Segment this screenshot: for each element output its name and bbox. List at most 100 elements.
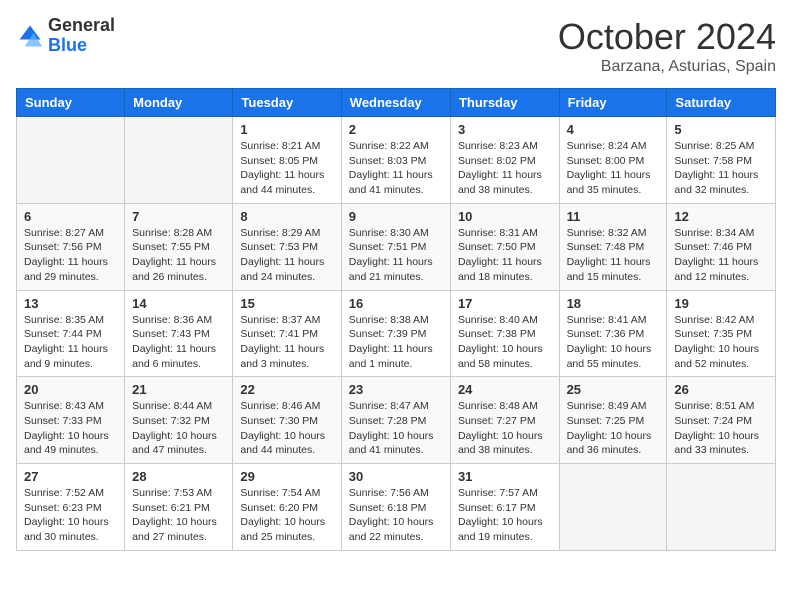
cell-content: Sunrise: 8:38 AMSunset: 7:39 PMDaylight:… xyxy=(349,313,443,372)
sunrise-text: Sunrise: 8:27 AM xyxy=(24,226,117,241)
daylight-text: Daylight: 10 hours and 49 minutes. xyxy=(24,429,117,458)
calendar-week-5: 27Sunrise: 7:52 AMSunset: 6:23 PMDayligh… xyxy=(17,464,776,551)
daylight-text: Daylight: 11 hours and 18 minutes. xyxy=(458,255,552,284)
cell-content: Sunrise: 8:44 AMSunset: 7:32 PMDaylight:… xyxy=(132,399,225,458)
cell-content: Sunrise: 8:43 AMSunset: 7:33 PMDaylight:… xyxy=(24,399,117,458)
title-area: October 2024 Barzana, Asturias, Spain xyxy=(558,16,776,76)
daylight-text: Daylight: 10 hours and 36 minutes. xyxy=(567,429,660,458)
header: General Blue October 2024 Barzana, Astur… xyxy=(16,16,776,76)
calendar: Sunday Monday Tuesday Wednesday Thursday… xyxy=(16,88,776,551)
cell-content: Sunrise: 8:22 AMSunset: 8:03 PMDaylight:… xyxy=(349,139,443,198)
sunrise-text: Sunrise: 8:37 AM xyxy=(240,313,333,328)
cell-content: Sunrise: 8:24 AMSunset: 8:00 PMDaylight:… xyxy=(567,139,660,198)
calendar-cell: 24Sunrise: 8:48 AMSunset: 7:27 PMDayligh… xyxy=(450,377,559,464)
daylight-text: Daylight: 10 hours and 58 minutes. xyxy=(458,342,552,371)
daylight-text: Daylight: 10 hours and 52 minutes. xyxy=(674,342,768,371)
sunrise-text: Sunrise: 8:51 AM xyxy=(674,399,768,414)
calendar-cell: 27Sunrise: 7:52 AMSunset: 6:23 PMDayligh… xyxy=(17,464,125,551)
day-number: 9 xyxy=(349,209,443,224)
header-wednesday: Wednesday xyxy=(341,89,450,117)
cell-content: Sunrise: 7:57 AMSunset: 6:17 PMDaylight:… xyxy=(458,486,552,545)
cell-content: Sunrise: 8:47 AMSunset: 7:28 PMDaylight:… xyxy=(349,399,443,458)
cell-content: Sunrise: 8:51 AMSunset: 7:24 PMDaylight:… xyxy=(674,399,768,458)
daylight-text: Daylight: 11 hours and 12 minutes. xyxy=(674,255,768,284)
sunset-text: Sunset: 8:05 PM xyxy=(240,154,333,169)
daylight-text: Daylight: 10 hours and 25 minutes. xyxy=(240,515,333,544)
sunset-text: Sunset: 7:46 PM xyxy=(674,240,768,255)
sunset-text: Sunset: 7:43 PM xyxy=(132,327,225,342)
day-number: 10 xyxy=(458,209,552,224)
sunset-text: Sunset: 7:53 PM xyxy=(240,240,333,255)
daylight-text: Daylight: 11 hours and 44 minutes. xyxy=(240,168,333,197)
month-title: October 2024 xyxy=(558,16,776,58)
daylight-text: Daylight: 11 hours and 15 minutes. xyxy=(567,255,660,284)
sunset-text: Sunset: 7:24 PM xyxy=(674,414,768,429)
cell-content: Sunrise: 8:23 AMSunset: 8:02 PMDaylight:… xyxy=(458,139,552,198)
daylight-text: Daylight: 11 hours and 21 minutes. xyxy=(349,255,443,284)
calendar-cell: 18Sunrise: 8:41 AMSunset: 7:36 PMDayligh… xyxy=(559,290,667,377)
header-sunday: Sunday xyxy=(17,89,125,117)
cell-content: Sunrise: 8:46 AMSunset: 7:30 PMDaylight:… xyxy=(240,399,333,458)
sunrise-text: Sunrise: 8:48 AM xyxy=(458,399,552,414)
sunrise-text: Sunrise: 8:46 AM xyxy=(240,399,333,414)
sunset-text: Sunset: 7:44 PM xyxy=(24,327,117,342)
cell-content: Sunrise: 8:40 AMSunset: 7:38 PMDaylight:… xyxy=(458,313,552,372)
cell-content: Sunrise: 8:30 AMSunset: 7:51 PMDaylight:… xyxy=(349,226,443,285)
calendar-cell xyxy=(17,117,125,204)
day-number: 8 xyxy=(240,209,333,224)
day-number: 4 xyxy=(567,122,660,137)
sunset-text: Sunset: 7:58 PM xyxy=(674,154,768,169)
sunset-text: Sunset: 7:41 PM xyxy=(240,327,333,342)
sunset-text: Sunset: 7:48 PM xyxy=(567,240,660,255)
calendar-cell: 21Sunrise: 8:44 AMSunset: 7:32 PMDayligh… xyxy=(125,377,233,464)
calendar-week-1: 1Sunrise: 8:21 AMSunset: 8:05 PMDaylight… xyxy=(17,117,776,204)
calendar-cell: 7 Sunrise: 8:28 AMSunset: 7:55 PMDaylight… xyxy=(125,203,233,290)
calendar-week-2: 6Sunrise: 8:27 AMSunset: 7:56 PMDaylight… xyxy=(17,203,776,290)
sunrise-text: Sunrise: 8:31 AM xyxy=(458,226,552,241)
sunrise-text: Sunrise: 8:42 AM xyxy=(674,313,768,328)
daylight-text: Daylight: 11 hours and 6 minutes. xyxy=(132,342,225,371)
sunrise-text: Sunrise: 8:44 AM xyxy=(132,399,225,414)
header-saturday: Saturday xyxy=(667,89,776,117)
sunrise-text: Sunrise: 8:32 AM xyxy=(567,226,660,241)
logo-blue-text: Blue xyxy=(48,36,115,56)
sunset-text: Sunset: 8:03 PM xyxy=(349,154,443,169)
cell-content: Sunrise: 8:36 AMSunset: 7:43 PMDaylight:… xyxy=(132,313,225,372)
day-number: 27 xyxy=(24,469,117,484)
sunset-text: Sunset: 6:17 PM xyxy=(458,501,552,516)
cell-content: Sunrise: 8:48 AMSunset: 7:27 PMDaylight:… xyxy=(458,399,552,458)
day-number: 7 xyxy=(132,209,225,224)
cell-content: Sunrise: 8:28 AMSunset: 7:55 PMDaylight:… xyxy=(132,226,225,285)
calendar-cell: 3Sunrise: 8:23 AMSunset: 8:02 PMDaylight… xyxy=(450,117,559,204)
day-number: 13 xyxy=(24,296,117,311)
calendar-cell: 13 Sunrise: 8:35 AMSunset: 7:44 PMDayligh… xyxy=(17,290,125,377)
sunrise-text: Sunrise: 7:54 AM xyxy=(240,486,333,501)
calendar-cell: 9 Sunrise: 8:30 AMSunset: 7:51 PMDaylight… xyxy=(341,203,450,290)
daylight-text: Daylight: 11 hours and 9 minutes. xyxy=(24,342,117,371)
cell-content: Sunrise: 8:35 AMSunset: 7:44 PMDaylight:… xyxy=(24,313,117,372)
daylight-text: Daylight: 11 hours and 38 minutes. xyxy=(458,168,552,197)
calendar-cell: 12Sunrise: 8:34 AMSunset: 7:46 PMDayligh… xyxy=(667,203,776,290)
daylight-text: Daylight: 10 hours and 55 minutes. xyxy=(567,342,660,371)
calendar-cell: 14Sunrise: 8:36 AMSunset: 7:43 PMDayligh… xyxy=(125,290,233,377)
daylight-text: Daylight: 10 hours and 30 minutes. xyxy=(24,515,117,544)
header-friday: Friday xyxy=(559,89,667,117)
daylight-text: Daylight: 10 hours and 47 minutes. xyxy=(132,429,225,458)
cell-content: Sunrise: 8:27 AMSunset: 7:56 PMDaylight:… xyxy=(24,226,117,285)
calendar-cell: 11Sunrise: 8:32 AMSunset: 7:48 PMDayligh… xyxy=(559,203,667,290)
day-number: 17 xyxy=(458,296,552,311)
sunrise-text: Sunrise: 8:28 AM xyxy=(132,226,225,241)
sunset-text: Sunset: 7:39 PM xyxy=(349,327,443,342)
sunset-text: Sunset: 7:56 PM xyxy=(24,240,117,255)
calendar-cell: 2Sunrise: 8:22 AMSunset: 8:03 PMDaylight… xyxy=(341,117,450,204)
sunset-text: Sunset: 7:50 PM xyxy=(458,240,552,255)
calendar-cell: 28Sunrise: 7:53 AMSunset: 6:21 PMDayligh… xyxy=(125,464,233,551)
sunrise-text: Sunrise: 7:52 AM xyxy=(24,486,117,501)
sunset-text: Sunset: 7:28 PM xyxy=(349,414,443,429)
sunset-text: Sunset: 8:02 PM xyxy=(458,154,552,169)
cell-content: Sunrise: 7:56 AMSunset: 6:18 PMDaylight:… xyxy=(349,486,443,545)
cell-content: Sunrise: 8:37 AMSunset: 7:41 PMDaylight:… xyxy=(240,313,333,372)
cell-content: Sunrise: 8:25 AMSunset: 7:58 PMDaylight:… xyxy=(674,139,768,198)
sunset-text: Sunset: 7:25 PM xyxy=(567,414,660,429)
day-number: 1 xyxy=(240,122,333,137)
